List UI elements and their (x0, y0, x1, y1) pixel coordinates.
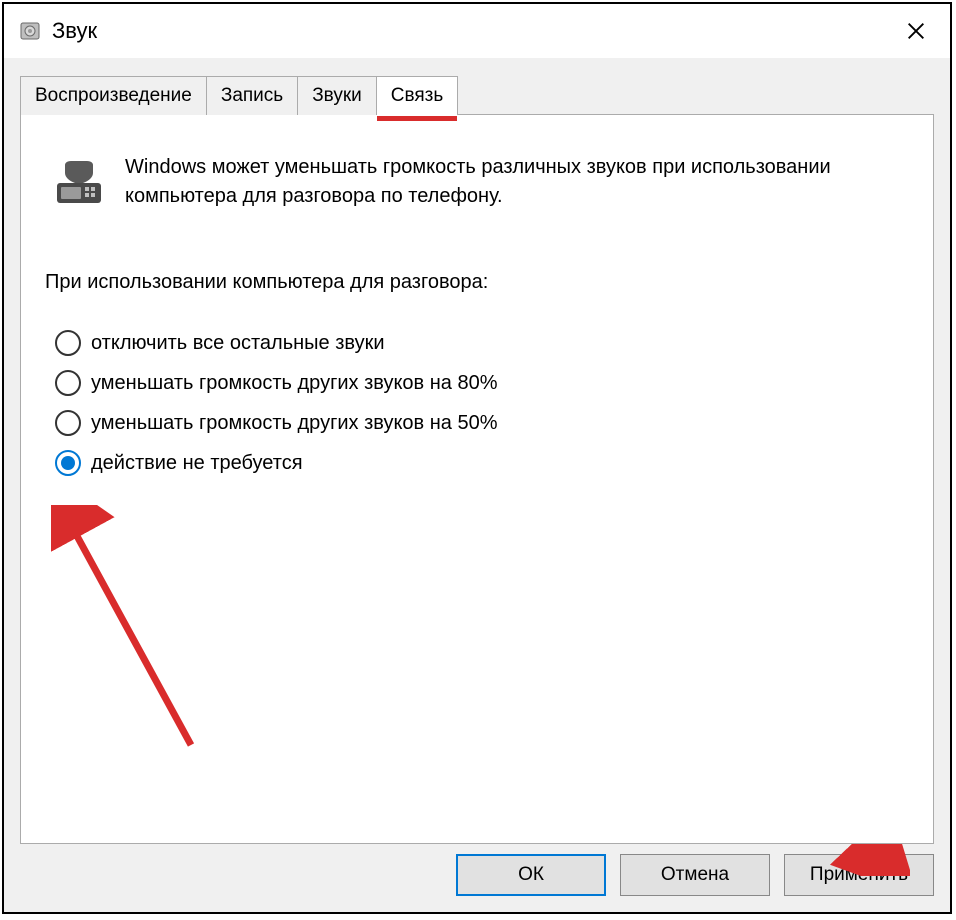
speaker-app-icon (18, 19, 42, 43)
intro-text: Windows может уменьшать громкость различ… (125, 153, 855, 211)
radio-label: уменьшать громкость других звуков на 50% (91, 412, 497, 435)
radio-group: отключить все остальные звуки уменьшать … (41, 330, 913, 476)
tab-label: Звуки (312, 85, 362, 106)
tab-label: Воспроизведение (35, 85, 192, 106)
radio-label: уменьшать громкость других звуков на 80% (91, 372, 497, 395)
tab-recording[interactable]: Запись (206, 76, 298, 115)
tab-panel: Windows может уменьшать громкость различ… (20, 114, 934, 844)
intro-row: Windows может уменьшать громкость различ… (41, 153, 913, 211)
close-button[interactable] (896, 11, 936, 51)
radio-do-nothing[interactable]: действие не требуется (55, 450, 913, 476)
radio-label: действие не требуется (91, 452, 303, 475)
radio-label: отключить все остальные звуки (91, 332, 385, 355)
radio-icon (55, 370, 81, 396)
radio-icon (55, 410, 81, 436)
titlebar-left: Звук (18, 18, 97, 44)
apply-button[interactable]: Применить (784, 854, 934, 896)
button-label: Отмена (661, 864, 729, 886)
cancel-button[interactable]: Отмена (620, 854, 770, 896)
ok-button[interactable]: ОК (456, 854, 606, 896)
radio-icon (55, 450, 81, 476)
options-heading: При использовании компьютера для разгово… (41, 271, 913, 294)
annotation-underline (377, 116, 458, 121)
sound-dialog: Звук Воспроизведение Запись Звуки Связь (2, 2, 952, 914)
tab-playback[interactable]: Воспроизведение (20, 76, 207, 115)
tab-label: Связь (391, 85, 444, 106)
titlebar: Звук (4, 4, 950, 58)
button-label: ОК (518, 864, 544, 886)
window-title: Звук (52, 18, 97, 44)
phone-device-icon (51, 155, 107, 211)
button-label: Применить (810, 864, 908, 886)
radio-mute-all[interactable]: отключить все остальные звуки (55, 330, 913, 356)
dialog-buttons: ОК Отмена Применить (20, 844, 934, 898)
radio-reduce-80[interactable]: уменьшать громкость других звуков на 80% (55, 370, 913, 396)
tabs-row: Воспроизведение Запись Звуки Связь (20, 76, 934, 115)
tab-communications[interactable]: Связь (376, 76, 459, 115)
radio-reduce-50[interactable]: уменьшать громкость других звуков на 50% (55, 410, 913, 436)
content-area: Воспроизведение Запись Звуки Связь (4, 58, 950, 912)
tab-label: Запись (221, 85, 283, 106)
radio-icon (55, 330, 81, 356)
tab-sounds[interactable]: Звуки (297, 76, 377, 115)
